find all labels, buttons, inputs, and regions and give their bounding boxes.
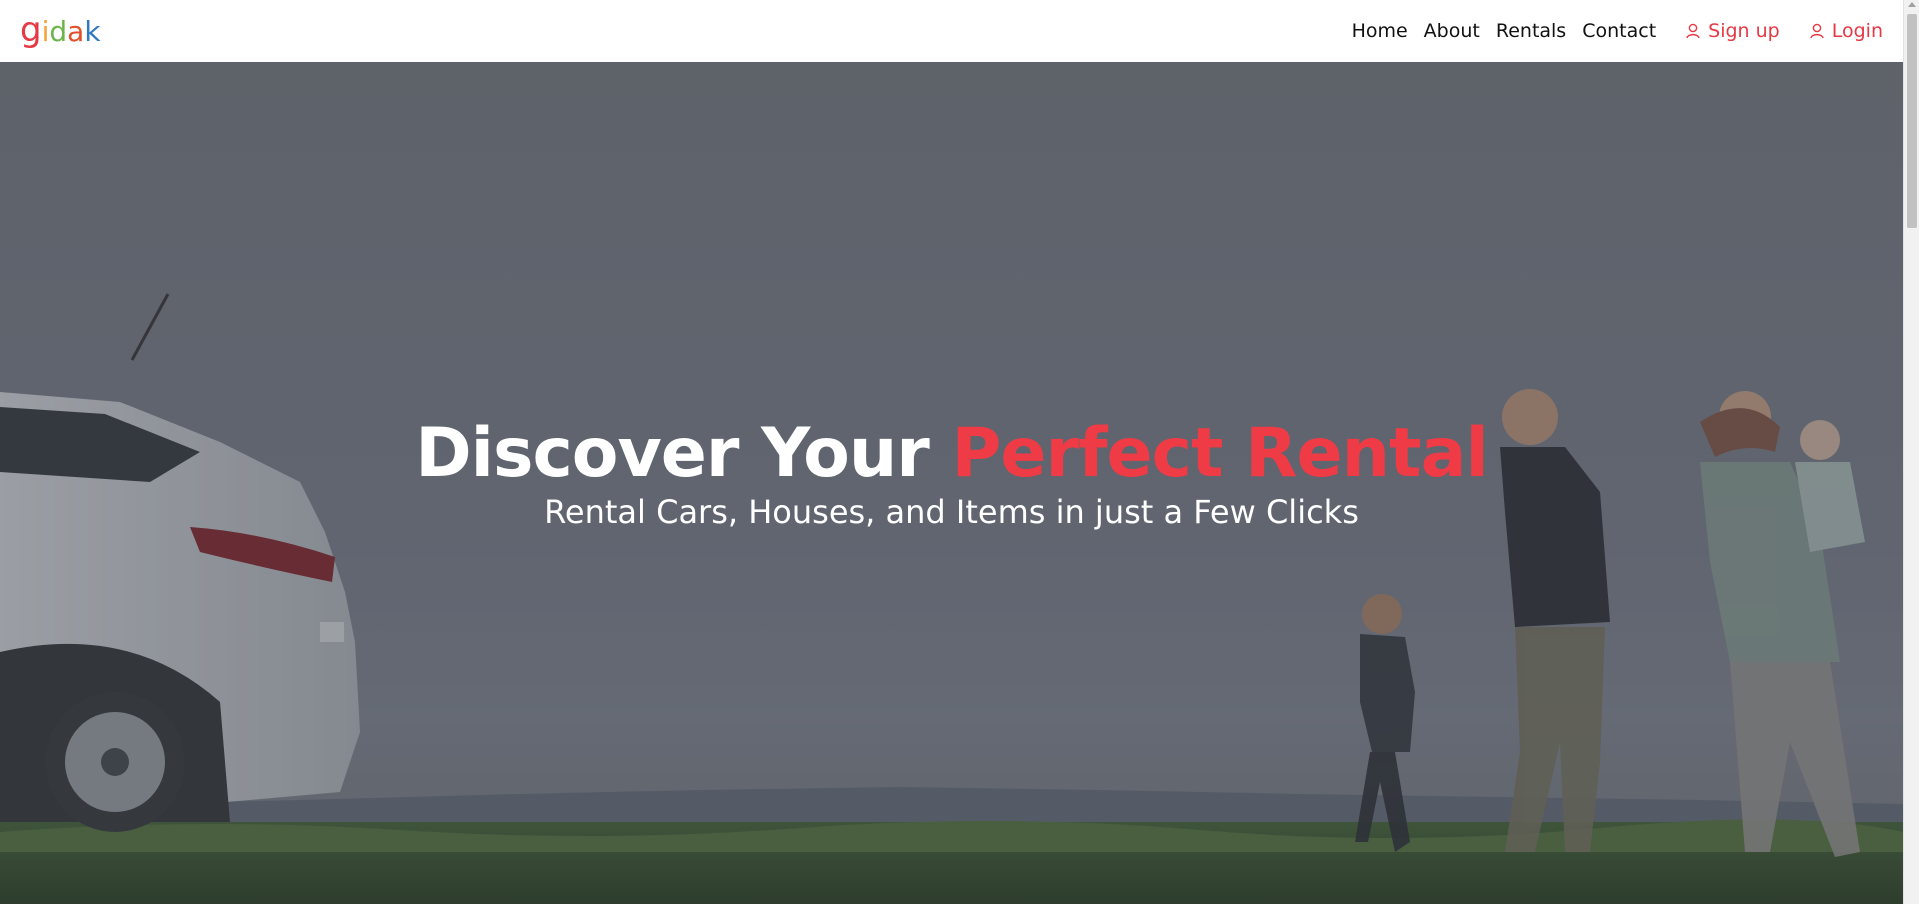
logo-letter-d: d	[49, 15, 68, 48]
nav-about-link[interactable]: About	[1424, 20, 1480, 42]
vertical-scrollbar[interactable]	[1903, 0, 1919, 904]
logo-letter-a: a	[67, 15, 85, 48]
page: g i d a k Home About Rentals Contact Sig…	[0, 0, 1919, 904]
signup-link[interactable]: Sign up	[1686, 20, 1780, 42]
nav-home-link[interactable]: Home	[1352, 20, 1408, 42]
hero-section: Discover Your Perfect Rental Rental Cars…	[0, 62, 1903, 904]
scroll-up-arrow-icon[interactable]	[1908, 2, 1916, 7]
scrollbar-thumb[interactable]	[1907, 14, 1917, 228]
user-icon	[1810, 23, 1824, 39]
top-navbar: g i d a k Home About Rentals Contact Sig…	[0, 0, 1903, 62]
logo-letter-k: k	[84, 15, 101, 48]
hero-title: Discover Your Perfect Rental	[0, 418, 1903, 489]
signup-label: Sign up	[1708, 20, 1780, 42]
logo-letter-g: g	[20, 10, 42, 50]
logo-letter-i: i	[41, 15, 50, 48]
brand-logo[interactable]: g i d a k	[20, 11, 101, 51]
hero-subtitle: Rental Cars, Houses, and Items in just a…	[544, 493, 1359, 532]
nav-contact-link[interactable]: Contact	[1582, 20, 1656, 42]
user-icon	[1686, 23, 1700, 39]
hero-text-block: Discover Your Perfect Rental Rental Cars…	[0, 418, 1903, 532]
nav-rentals-link[interactable]: Rentals	[1496, 20, 1566, 42]
login-label: Login	[1831, 20, 1883, 42]
login-link[interactable]: Login	[1810, 20, 1883, 42]
hero-title-accent: Perfect Rental	[951, 414, 1488, 493]
main-nav: Home About Rentals Contact Sign up Login	[1336, 0, 1883, 62]
hero-title-plain: Discover Your	[415, 414, 930, 493]
